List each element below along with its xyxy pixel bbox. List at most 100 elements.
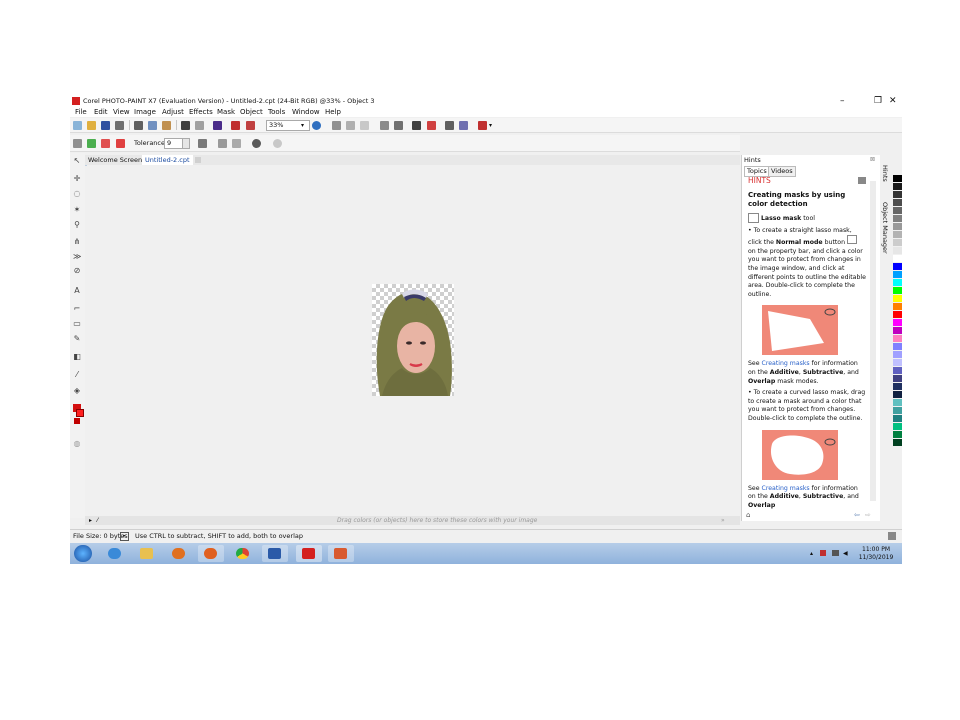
menu-object[interactable]: Object (240, 108, 263, 116)
tab-topics[interactable]: Topics (744, 166, 770, 177)
hints-scrollbar[interactable] (870, 181, 876, 501)
lasso-mask-tool-icon[interactable]: ◌ (73, 190, 81, 198)
clear-mask-icon[interactable] (273, 139, 282, 148)
save-icon[interactable] (101, 121, 110, 130)
taskbar-chrome[interactable] (230, 545, 256, 562)
start-button[interactable] (74, 545, 92, 562)
palette-swatch[interactable] (893, 199, 902, 206)
menu-image[interactable]: Image (134, 108, 156, 116)
menu-view[interactable]: View (113, 108, 130, 116)
crop-tool-icon[interactable]: ✛ (73, 175, 81, 183)
menu-file[interactable]: File (75, 108, 87, 116)
app-launcher-icon[interactable] (478, 121, 487, 130)
palette-swatch[interactable] (893, 415, 902, 422)
sample-color-icon[interactable] (252, 139, 261, 148)
overlap-mode-icon[interactable] (116, 139, 125, 148)
undo-icon[interactable] (181, 121, 190, 130)
menu-effects[interactable]: Effects (189, 108, 213, 116)
forward-icon[interactable]: ⇨ (865, 511, 871, 519)
zoom-tool-icon[interactable]: ⚲ (73, 221, 81, 229)
menu-mask[interactable]: Mask (217, 108, 235, 116)
feather-icon[interactable] (218, 139, 227, 148)
chevron-down-icon[interactable]: ▾ (301, 122, 304, 129)
redo-icon[interactable] (195, 121, 204, 130)
network-icon[interactable] (832, 550, 839, 556)
palette-swatch[interactable] (893, 247, 902, 254)
palette-swatch[interactable] (893, 279, 902, 286)
palette-flyout-icon[interactable]: ▸ (89, 517, 92, 524)
smooth-icon[interactable] (232, 139, 241, 148)
palette-swatch[interactable] (893, 231, 902, 238)
palette-swatch[interactable] (893, 263, 902, 270)
palette-swatch[interactable] (893, 215, 902, 222)
additive-mode-icon[interactable] (87, 139, 96, 148)
close-button[interactable]: ✕ (889, 96, 897, 106)
palette-swatch[interactable] (893, 439, 902, 446)
palette-swatch[interactable] (893, 175, 902, 182)
options-icon[interactable] (445, 121, 454, 130)
background-color-swatch[interactable] (76, 409, 84, 417)
help-book-icon[interactable] (858, 177, 866, 184)
taskbar-powerpoint[interactable] (328, 545, 354, 562)
home-icon[interactable]: ⌂ (746, 511, 750, 519)
rulers-icon[interactable] (332, 121, 341, 130)
restore-button[interactable]: ❐ (874, 96, 882, 106)
palette-swatch[interactable] (893, 271, 902, 278)
palette-swatch[interactable] (893, 391, 902, 398)
retouch-tool-icon[interactable]: ≫ (73, 253, 81, 261)
tab-videos[interactable]: Videos (768, 166, 796, 177)
dropper-tool-icon[interactable]: ⁄ (73, 371, 81, 379)
taskbar-ie[interactable] (102, 545, 128, 562)
eyedropper-tool-icon[interactable]: ⋔ (73, 238, 81, 246)
side-tab-object-manager[interactable]: Object Manager (881, 202, 889, 254)
palette-swatch[interactable] (893, 223, 902, 230)
zoom-icon[interactable] (312, 121, 321, 130)
image-canvas[interactable] (87, 165, 740, 516)
creating-masks-link[interactable]: Creating masks (762, 485, 810, 492)
paper-color-swatch[interactable] (74, 418, 80, 424)
palette-swatch[interactable] (893, 311, 902, 318)
antialiasing-icon[interactable] (198, 139, 207, 148)
palette-swatch[interactable] (893, 239, 902, 246)
import-icon[interactable] (213, 121, 222, 130)
palette-swatch[interactable] (893, 183, 902, 190)
palette-swatch[interactable] (893, 327, 902, 334)
palette-swatch[interactable] (893, 295, 902, 302)
image-object[interactable] (372, 284, 454, 396)
effect-tool-icon[interactable]: ◧ (73, 353, 81, 361)
tab-welcome-screen[interactable]: Welcome Screen (85, 155, 145, 165)
back-icon[interactable]: ⇦ (854, 511, 860, 519)
menu-window[interactable]: Window (292, 108, 320, 116)
color-management-icon[interactable] (459, 121, 468, 130)
subtractive-mode-icon[interactable] (101, 139, 110, 148)
palette-swatch[interactable] (893, 407, 902, 414)
paste-icon[interactable] (162, 121, 171, 130)
guidelines-icon[interactable] (346, 121, 355, 130)
show-hidden-icons[interactable]: ▴ (810, 550, 813, 557)
palette-swatch[interactable] (893, 255, 902, 262)
new-document-icon[interactable] (73, 121, 82, 130)
clone-tool-icon[interactable]: ⊘ (73, 267, 81, 275)
palette-swatch[interactable] (893, 423, 902, 430)
taskbar-photo-paint[interactable] (296, 545, 322, 562)
palette-swatch[interactable] (893, 303, 902, 310)
taskbar-media[interactable] (166, 545, 192, 562)
palette-swatch[interactable] (893, 335, 902, 342)
snap-icon[interactable] (360, 121, 369, 130)
color-toggle-icon[interactable]: ◍ (73, 440, 81, 448)
export-icon[interactable] (231, 121, 240, 130)
docker-close-icon[interactable]: ⊠ (870, 156, 875, 163)
tab-overflow-icon[interactable] (195, 157, 201, 163)
palette-swatch[interactable] (893, 375, 902, 382)
taskbar-explorer[interactable] (134, 545, 160, 562)
mask-marquee-icon[interactable] (380, 121, 389, 130)
taskbar-word[interactable] (262, 545, 288, 562)
eyedropper-icon[interactable]: ⁄ (97, 517, 98, 524)
taskbar-firefox[interactable] (198, 545, 224, 562)
object-lock-icon[interactable] (427, 121, 436, 130)
fill-tool-icon[interactable]: ◈ (73, 387, 81, 395)
menu-edit[interactable]: Edit (94, 108, 108, 116)
palette-swatch[interactable] (893, 191, 902, 198)
menu-tools[interactable]: Tools (268, 108, 285, 116)
palette-swatch[interactable] (893, 367, 902, 374)
